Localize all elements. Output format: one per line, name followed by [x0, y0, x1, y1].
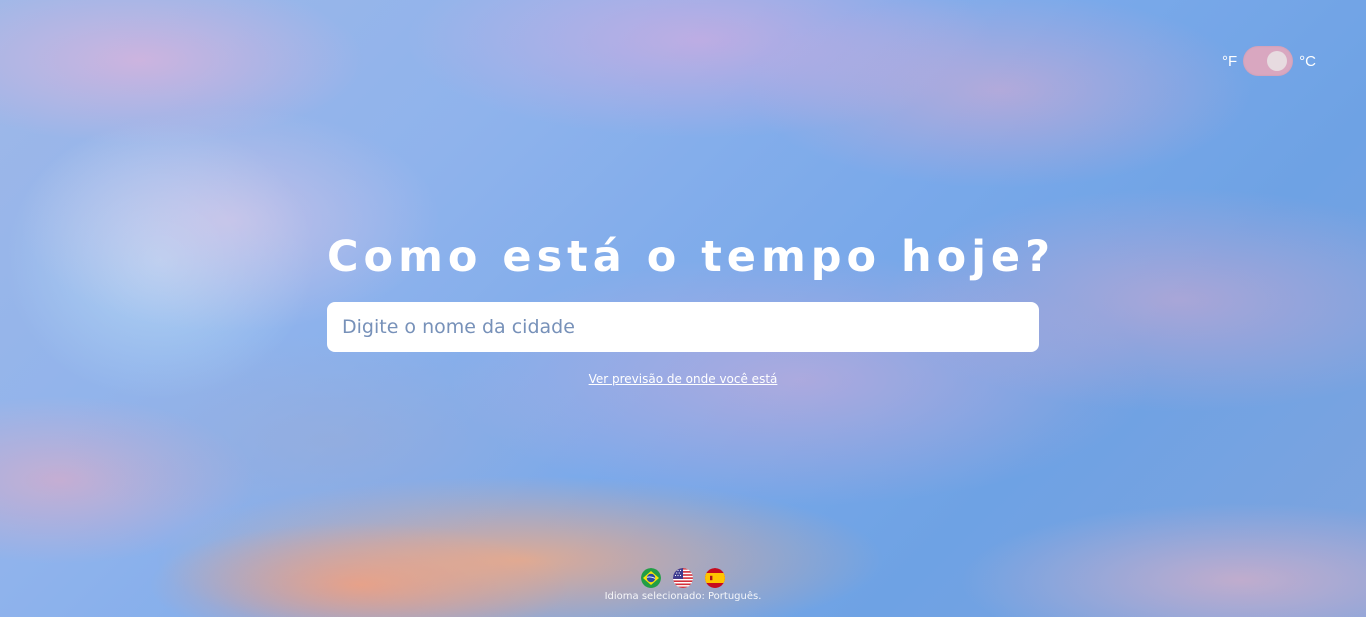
spain-flag-icon[interactable] — [705, 568, 725, 588]
page-title: Como está o tempo hoje? — [327, 232, 1056, 282]
hero-section: Como está o tempo hoje? Ver previsão de … — [327, 230, 1056, 387]
selected-language-text: Idioma selecionado: Português. — [604, 591, 762, 602]
celsius-label: °C — [1299, 52, 1316, 70]
usa-flag-icon[interactable] — [673, 568, 693, 588]
unit-switch-knob — [1267, 51, 1288, 71]
current-location-link[interactable]: Ver previsão de onde você está — [589, 372, 778, 386]
fahrenheit-label: °F — [1221, 52, 1238, 70]
city-search-input[interactable] — [327, 302, 1039, 352]
brazil-flag-icon[interactable] — [641, 568, 661, 588]
temperature-unit-toggle: °F °C — [1222, 46, 1316, 76]
unit-switch[interactable] — [1243, 46, 1294, 76]
language-selector: Idioma selecionado: Português. — [0, 568, 1366, 602]
flag-list — [0, 568, 1366, 588]
